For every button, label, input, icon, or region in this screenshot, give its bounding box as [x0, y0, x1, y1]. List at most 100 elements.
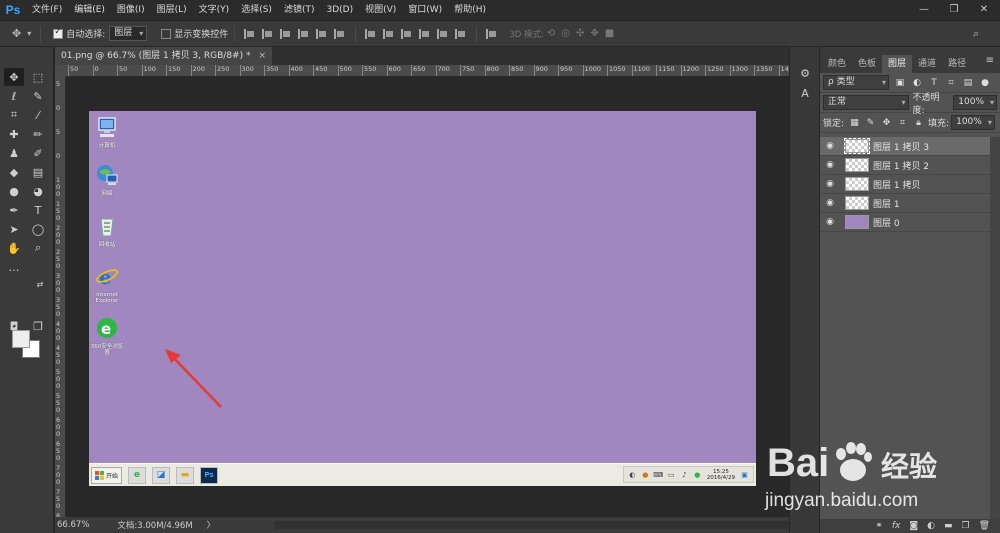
menu-file[interactable]: 文件(F) [26, 0, 68, 20]
link-layers-icon[interactable]: ⚭ [875, 521, 883, 531]
tab-channels[interactable]: 通道 [912, 55, 942, 73]
new-adjustment-layer-icon[interactable]: ◐ [927, 521, 935, 531]
chevron-down-icon[interactable]: ▾ [27, 29, 31, 38]
horizontal-ruler[interactable]: 50 0 50 100 150 200 250 300 350 400 450 500 550 600 65… [66, 65, 789, 77]
3d-drag-icon[interactable]: ✣ [576, 28, 584, 39]
close-button[interactable]: ✕ [970, 0, 998, 18]
3d-scale-icon[interactable]: ■ [605, 28, 614, 39]
restore-button[interactable]: ❐ [940, 0, 968, 18]
search-icon[interactable]: ⌕ [973, 27, 979, 41]
visibility-eye-icon[interactable]: ◉ [820, 198, 840, 208]
character-panel-icon[interactable]: A [797, 85, 813, 101]
3d-rotate-icon[interactable]: ⟲ [547, 28, 555, 39]
eyedropper-tool-icon[interactable]: ⁄ [28, 106, 48, 124]
lock-artboard-icon[interactable]: ⌗ [897, 117, 908, 128]
menu-help[interactable]: 帮助(H) [448, 0, 492, 20]
history-brush-tool-icon[interactable]: ✐ [28, 144, 48, 162]
ruler-origin[interactable] [55, 65, 66, 77]
filter-adjustment-icon[interactable]: ◐ [911, 77, 923, 89]
document-canvas[interactable]: 计算机 网络 回收站 e Internet Explorer e 360安全浏览… [89, 111, 756, 486]
align-top-icon[interactable] [244, 28, 256, 39]
distribute-hcenter-icon[interactable] [437, 28, 449, 39]
move-tool-icon[interactable]: ✥ [4, 68, 24, 86]
tab-paths[interactable]: 路径 [942, 55, 972, 73]
screen-mode-icon[interactable]: ❐ [28, 317, 48, 335]
filter-type-icon[interactable]: T [928, 77, 940, 89]
tab-layers[interactable]: 图层 [882, 55, 913, 73]
layer-row[interactable]: ◉ 图层 1 拷贝 2 [820, 156, 990, 175]
quick-mask-mode-icon[interactable]: ◘ [4, 317, 24, 335]
panel-menu-icon[interactable]: ≡ [986, 55, 994, 66]
lock-position-icon[interactable]: ✥ [881, 117, 892, 128]
new-layer-icon[interactable]: ❐ [961, 521, 969, 531]
menu-type[interactable]: 文字(Y) [193, 0, 236, 20]
gradient-tool-icon[interactable]: ▤ [28, 163, 48, 181]
layer-filter-kind-select[interactable]: ρ 类型 [823, 75, 889, 90]
align-hcenter-icon[interactable] [316, 28, 328, 39]
adjustments-panel-icon[interactable]: ⚙ [797, 65, 813, 81]
quick-select-tool-icon[interactable]: ✎ [28, 87, 48, 105]
lock-transparent-pixels-icon[interactable]: ▦ [849, 117, 860, 128]
filter-shape-icon[interactable]: ⌗ [945, 77, 957, 89]
eraser-tool-icon[interactable]: ◆ [4, 163, 24, 181]
zoom-level[interactable]: 66.67% [57, 520, 89, 530]
distribute-right-icon[interactable] [455, 28, 467, 39]
add-mask-icon[interactable]: ◙ [909, 521, 918, 531]
align-left-icon[interactable] [298, 28, 310, 39]
opacity-input[interactable]: 100% [953, 95, 997, 110]
align-bottom-icon[interactable] [280, 28, 292, 39]
blur-tool-icon[interactable]: ● [4, 182, 24, 200]
menu-filter[interactable]: 滤镜(T) [278, 0, 321, 20]
lock-image-pixels-icon[interactable]: ✎ [865, 117, 876, 128]
clone-stamp-tool-icon[interactable]: ♟ [4, 144, 24, 162]
ellipse-tool-icon[interactable]: ◯ [28, 220, 48, 238]
minimize-button[interactable]: — [910, 0, 938, 18]
menu-image[interactable]: 图像(I) [111, 0, 151, 20]
brush-tool-icon[interactable]: ✏ [28, 125, 48, 143]
tab-swatches[interactable]: 色板 [852, 55, 882, 73]
delete-layer-icon[interactable]: 🗑︎ [979, 521, 990, 531]
distribute-top-icon[interactable] [365, 28, 377, 39]
distribute-bottom-icon[interactable] [401, 28, 413, 39]
type-tool-icon[interactable]: T [28, 201, 48, 219]
layer-style-icon[interactable]: fx [892, 521, 901, 531]
align-vcenter-icon[interactable] [262, 28, 274, 39]
pen-tool-icon[interactable]: ✒ [4, 201, 24, 219]
blend-mode-select[interactable]: 正常 [823, 95, 909, 110]
visibility-eye-icon[interactable]: ◉ [820, 179, 840, 189]
filter-pixel-icon[interactable]: ▣ [894, 77, 906, 89]
hand-tool-icon[interactable]: ✋ [4, 239, 24, 257]
menu-3d[interactable]: 3D(D) [320, 0, 359, 20]
3d-roll-icon[interactable]: ◎ [561, 28, 570, 39]
filter-toggle-icon[interactable]: ● [979, 77, 991, 89]
menu-layer[interactable]: 图层(L) [151, 0, 193, 20]
tab-color[interactable]: 颜色 [822, 55, 852, 73]
3d-slide-icon[interactable]: ✥ [590, 28, 598, 39]
visibility-eye-icon[interactable]: ◉ [820, 141, 840, 151]
document-tab[interactable]: 01.png @ 66.7% (图层 1 拷贝 3, RGB/8#) * × [55, 47, 273, 65]
dodge-tool-icon[interactable]: ◕ [28, 182, 48, 200]
move-tool-icon[interactable]: ✥ [12, 27, 21, 40]
visibility-eye-icon[interactable]: ◉ [820, 217, 840, 227]
status-menu-arrow[interactable]: 〉 [207, 519, 216, 531]
layer-row[interactable]: ◉ 图层 1 [820, 194, 990, 213]
visibility-eye-icon[interactable]: ◉ [820, 160, 840, 170]
marquee-tool-icon[interactable]: ⬚ [28, 68, 48, 86]
menu-select[interactable]: 选择(S) [235, 0, 278, 20]
new-group-icon[interactable]: ▬ [944, 521, 953, 531]
layer-row[interactable]: ◉ 图层 1 拷贝 3 [820, 137, 990, 156]
distribute-vcenter-icon[interactable] [383, 28, 395, 39]
vertical-ruler[interactable]: 5 0 5 0 100 150 200 250 300 350 400 450 500 550 600 650… [55, 77, 66, 517]
fill-input[interactable]: 100% [951, 115, 995, 130]
filter-smart-object-icon[interactable]: ▤ [962, 77, 974, 89]
close-tab-icon[interactable]: × [258, 47, 266, 65]
menu-view[interactable]: 视图(V) [359, 0, 402, 20]
distribute-left-icon[interactable] [419, 28, 431, 39]
more-tools-icon[interactable]: … [4, 258, 24, 276]
menu-edit[interactable]: 编辑(E) [68, 0, 111, 20]
swap-colors-icon[interactable]: ⇄ [30, 275, 50, 293]
path-select-tool-icon[interactable]: ➤ [4, 220, 24, 238]
lock-all-icon[interactable]: 🔒︎ [913, 117, 924, 128]
lasso-tool-icon[interactable]: ℓ [4, 87, 24, 105]
auto-align-icon[interactable] [486, 28, 498, 39]
